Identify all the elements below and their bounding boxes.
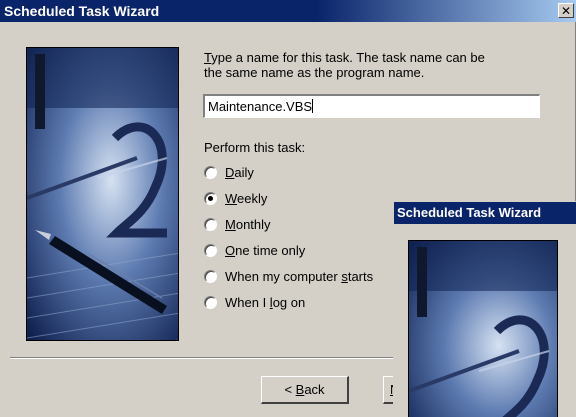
- prompt-line-1-text: ype a name for this task. The task name …: [211, 50, 485, 65]
- daily-label: aily: [234, 165, 254, 180]
- one-time-accel: O: [225, 243, 236, 258]
- back-label: ack: [304, 382, 325, 397]
- close-button[interactable]: ✕: [558, 3, 574, 18]
- radio-unselected-icon[interactable]: [204, 218, 217, 231]
- radio-computer-starts[interactable]: When my computer starts: [204, 268, 373, 288]
- radio-one-time-only[interactable]: One time only: [204, 242, 305, 262]
- window-title: Scheduled Task Wizard: [4, 3, 160, 19]
- second-wizard-window[interactable]: Scheduled Task Wizard: [393, 201, 576, 417]
- radio-selected-icon[interactable]: [204, 192, 217, 205]
- daily-accel: D: [225, 165, 235, 180]
- second-title-bar[interactable]: Scheduled Task Wizard: [394, 202, 576, 224]
- radio-weekly[interactable]: Weekly: [204, 190, 267, 210]
- close-icon: ✕: [560, 4, 572, 18]
- monthly-accel: M: [225, 217, 236, 232]
- log-on-label: og on: [272, 295, 306, 310]
- monthly-label: onthly: [235, 217, 271, 232]
- computer-starts-pre: When my computer: [225, 269, 342, 284]
- one-time-label: ne time only: [235, 243, 306, 258]
- second-window-title: Scheduled Task Wizard: [397, 205, 542, 220]
- second-wizard-picture: [408, 240, 558, 417]
- name-prompt: Type a name for this task. The task name…: [204, 50, 544, 80]
- prompt-line-1: Type a name for this task. The task name…: [204, 50, 544, 65]
- back-arrow: <: [284, 382, 296, 397]
- radio-unselected-icon[interactable]: [204, 166, 217, 179]
- log-on-pre: When I: [225, 295, 270, 310]
- radio-daily[interactable]: Daily: [204, 164, 254, 184]
- back-button[interactable]: < Back: [261, 376, 349, 404]
- weekly-accel: W: [225, 191, 238, 206]
- radio-unselected-icon[interactable]: [204, 270, 217, 283]
- wizard-picture-clock-pen: [26, 47, 179, 341]
- radio-unselected-icon[interactable]: [204, 296, 217, 309]
- task-name-value: Maintenance.VBS: [208, 99, 313, 114]
- radio-log-on[interactable]: When I log on: [204, 294, 305, 314]
- computer-starts-label: tarts: [347, 269, 374, 284]
- task-name-input[interactable]: Maintenance.VBS: [203, 94, 540, 118]
- text-caret: [312, 99, 314, 113]
- radio-monthly[interactable]: Monthly: [204, 216, 271, 236]
- prompt-line-2: the same name as the program name.: [204, 65, 425, 80]
- perform-task-label: Perform this task:: [204, 140, 306, 155]
- weekly-label: eekly: [237, 191, 268, 206]
- clock-pen-illustration: [27, 48, 178, 340]
- clock-illustration: [409, 241, 557, 417]
- radio-unselected-icon[interactable]: [204, 244, 217, 257]
- title-bar[interactable]: Scheduled Task Wizard ✕: [0, 0, 576, 22]
